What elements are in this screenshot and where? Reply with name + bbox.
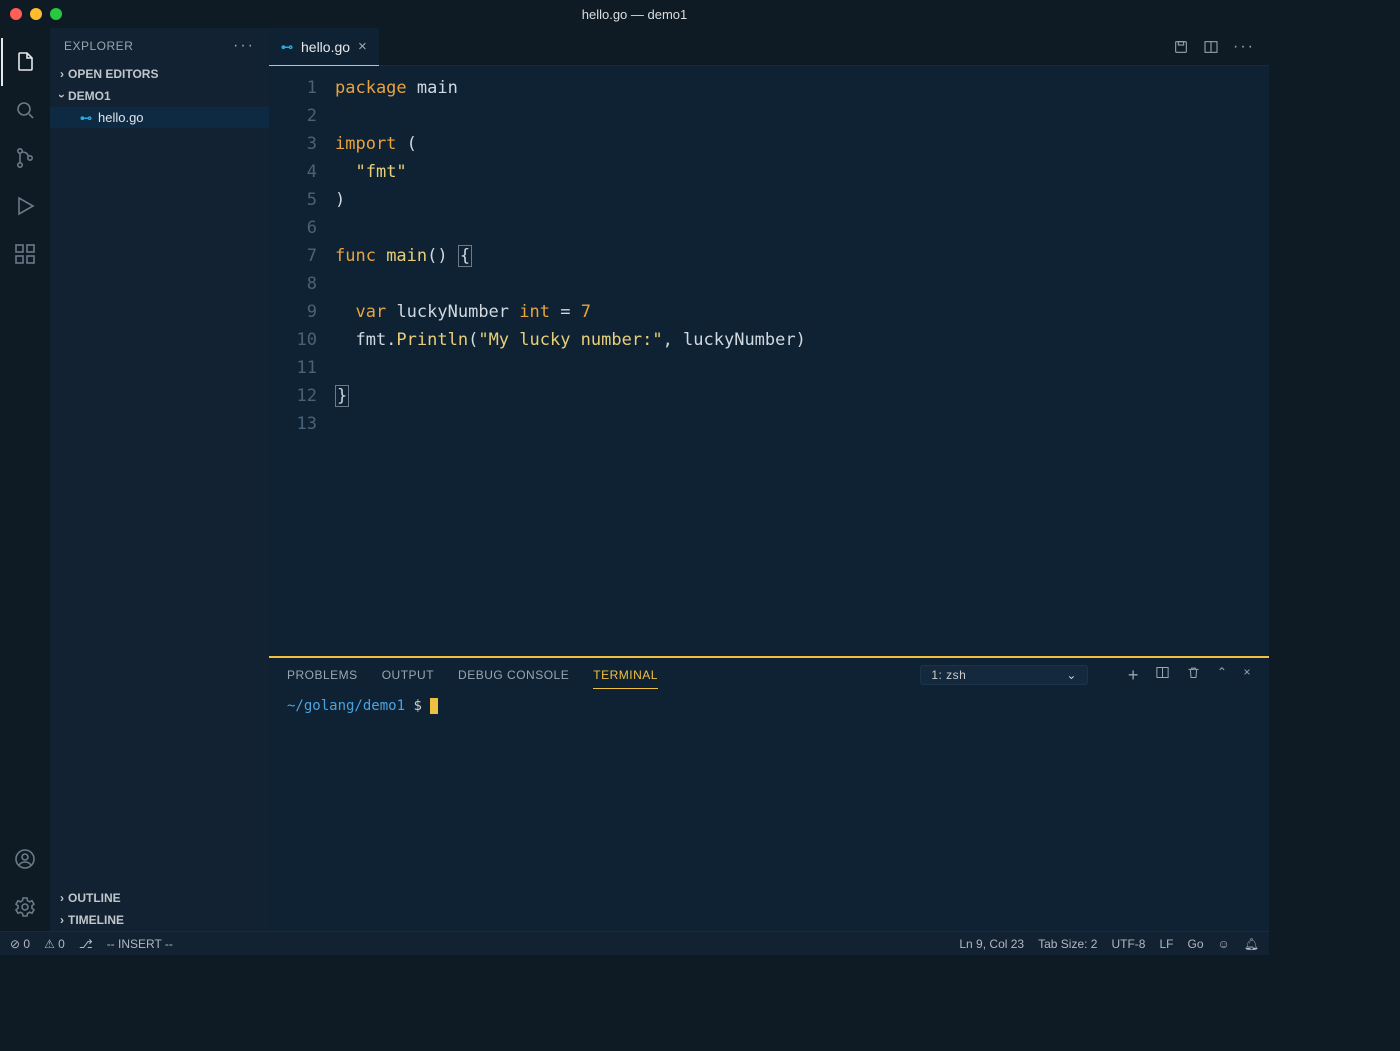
status-bell-icon[interactable]: 🔔︎ — [1244, 937, 1259, 951]
status-tabsize[interactable]: Tab Size: 2 — [1038, 937, 1097, 951]
tab-hello-go[interactable]: ⊷ hello.go × — [269, 28, 379, 66]
editor-more-icon[interactable]: ··· — [1233, 38, 1255, 56]
explorer-icon[interactable] — [1, 38, 49, 86]
split-terminal-icon[interactable] — [1155, 665, 1170, 680]
bottom-panel: PROBLEMS OUTPUT DEBUG CONSOLE TERMINAL 1: z… — [269, 656, 1269, 931]
tab-label: hello.go — [301, 39, 350, 55]
status-encoding[interactable]: UTF-8 — [1111, 937, 1145, 951]
code-editor[interactable]: 12345678910111213 package mainimport ( "… — [269, 66, 1269, 656]
titlebar: hello.go — demo1 — [0, 0, 1269, 28]
explorer-sidebar: EXPLORER ··· › OPEN EDITORS › DEMO1 ⊷ he… — [50, 28, 269, 931]
close-window-button[interactable] — [10, 8, 22, 20]
timeline-section[interactable]: › TIMELINE — [50, 909, 269, 931]
panel-tab-terminal[interactable]: TERMINAL — [593, 662, 658, 689]
close-tab-icon[interactable]: × — [358, 38, 367, 55]
panel-tab-debug-console[interactable]: DEBUG CONSOLE — [458, 662, 569, 688]
run-debug-icon[interactable] — [1, 182, 49, 230]
minimize-window-button[interactable] — [30, 8, 42, 20]
status-feedback-icon[interactable]: ☺ — [1218, 937, 1230, 951]
extensions-icon[interactable] — [1, 230, 49, 278]
chevron-up-icon[interactable]: ⌃ — [1217, 665, 1228, 686]
settings-icon[interactable] — [1, 883, 49, 931]
search-icon[interactable] — [1, 86, 49, 134]
maximize-window-button[interactable] — [50, 8, 62, 20]
chevron-right-icon: › — [60, 913, 64, 927]
editor-tabs: ⊷ hello.go × ··· — [269, 28, 1269, 66]
terminal-selector[interactable]: 1: zsh ⌄ — [920, 665, 1088, 685]
window-title: hello.go — demo1 — [582, 7, 688, 22]
terminal[interactable]: ~/golang/demo1 $ — [269, 692, 1269, 931]
chevron-right-icon: › — [60, 891, 64, 905]
chevron-down-icon: › — [55, 94, 69, 98]
new-terminal-icon[interactable]: + — [1128, 665, 1139, 686]
project-folder-section[interactable]: › DEMO1 — [50, 85, 269, 107]
close-panel-icon[interactable]: × — [1243, 665, 1251, 686]
open-editors-section[interactable]: › OPEN EDITORS — [50, 63, 269, 85]
window-controls — [10, 8, 62, 20]
chevron-down-icon: ⌄ — [1066, 668, 1077, 682]
trash-icon[interactable] — [1186, 665, 1201, 680]
go-file-icon: ⊷ — [80, 111, 92, 125]
status-language[interactable]: Go — [1187, 937, 1203, 951]
go-file-icon: ⊷ — [281, 40, 293, 54]
accounts-icon[interactable] — [1, 835, 49, 883]
activity-bar — [0, 28, 50, 931]
status-position[interactable]: Ln 9, Col 23 — [959, 937, 1024, 951]
file-tree-item[interactable]: ⊷ hello.go — [50, 107, 269, 128]
file-name: hello.go — [98, 110, 144, 125]
panel-tab-output[interactable]: OUTPUT — [382, 662, 434, 688]
line-numbers: 12345678910111213 — [269, 66, 335, 656]
split-editor-icon[interactable] — [1203, 39, 1219, 55]
explorer-title: EXPLORER — [64, 39, 133, 53]
status-errors[interactable]: ⊘ 0 — [10, 937, 30, 951]
status-git-icon[interactable]: ⎇ — [79, 937, 93, 951]
terminal-cursor — [430, 698, 438, 714]
panel-tab-problems[interactable]: PROBLEMS — [287, 662, 358, 688]
save-icon[interactable] — [1173, 39, 1189, 55]
status-eol[interactable]: LF — [1159, 937, 1173, 951]
chevron-right-icon: › — [60, 67, 64, 81]
code-content[interactable]: package mainimport ( "fmt")func main() {… — [335, 66, 1269, 656]
status-mode: -- INSERT -- — [107, 937, 173, 951]
source-control-icon[interactable] — [1, 134, 49, 182]
status-warnings[interactable]: ⚠ 0 — [44, 937, 65, 951]
outline-section[interactable]: › OUTLINE — [50, 887, 269, 909]
status-bar: ⊘ 0 ⚠ 0 ⎇ -- INSERT -- Ln 9, Col 23 Tab … — [0, 931, 1269, 955]
explorer-more-icon[interactable]: ··· — [233, 37, 255, 55]
terminal-path: ~/golang/demo1 — [287, 698, 405, 714]
